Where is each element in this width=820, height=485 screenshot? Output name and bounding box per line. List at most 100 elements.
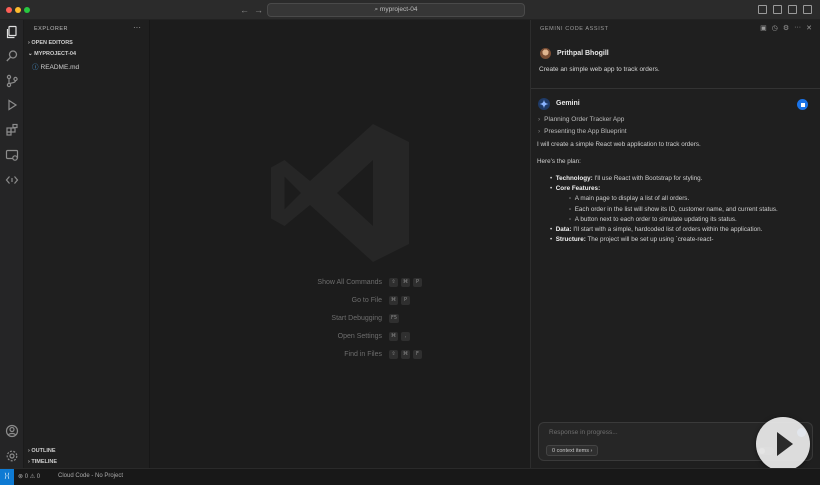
explorer-icon[interactable]	[5, 25, 19, 39]
new-chat-icon[interactable]: ▣	[760, 24, 767, 32]
bullet-bold: Structure:	[555, 236, 586, 243]
gemini-chat-panel: GEMINI CODE ASSIST ▣ ◷ ⚙ ··· ✕ Prithpal …	[530, 20, 820, 468]
remote-indicator-icon[interactable]: ⟩⟨	[0, 469, 14, 485]
user-message: Create an simple web app to track orders…	[539, 66, 660, 73]
open-editors-label: OPEN EDITORS	[31, 40, 73, 46]
bullet-text: I'll start with a simple, hardcoded list…	[571, 226, 763, 233]
shortcut-keys: ⌘,	[389, 332, 410, 341]
shortcut-keys: ⇧ ⌘ F	[389, 350, 422, 359]
bullet-text: A button next to each order to simulate …	[574, 216, 737, 223]
response-intro: I will create a simple React web applica…	[537, 141, 701, 148]
project-folder-section[interactable]: ⌄ MYPROJECT-04	[28, 51, 76, 57]
editor-area: Show All Commands ⇧ ⌘ P Go to File ⌘ P Star…	[150, 20, 530, 468]
manage-gear-icon[interactable]	[5, 449, 19, 463]
plan-subbullet: ◦ A button next to each order to simulat…	[569, 216, 737, 223]
gemini-code-assist-icon[interactable]	[5, 173, 19, 187]
command-center-search[interactable]: ⌕ myproject-04	[267, 3, 525, 17]
bullet-bold: Core Features:	[555, 185, 601, 192]
source-control-icon[interactable]	[5, 74, 19, 88]
readme-file-item[interactable]: ⓘ README.md	[32, 61, 79, 71]
status-bar: ⟩⟨ ⊗ 0 ⚠ 0 Cloud Code - No Project	[0, 468, 820, 485]
step-label: Presenting the App Blueprint	[544, 128, 627, 135]
shortcut-keys: F5	[389, 314, 400, 323]
toggle-secondary-sidebar-icon[interactable]	[803, 5, 812, 14]
thinking-step[interactable]: › Planning Order Tracker App	[538, 116, 624, 123]
shortcut-keys: ⇧ ⌘ P	[389, 278, 422, 287]
play-video-button[interactable]	[756, 417, 810, 471]
keycap: P	[413, 278, 422, 287]
project-folder-label: MYPROJECT-04	[34, 51, 77, 57]
toggle-primary-sidebar-icon[interactable]	[773, 5, 782, 14]
message-divider	[531, 88, 820, 89]
history-icon[interactable]: ◷	[772, 24, 778, 32]
zoom-window-button[interactable]	[24, 7, 30, 13]
remote-explorer-icon[interactable]	[5, 148, 19, 162]
problems-indicator[interactable]: ⊗ 0 ⚠ 0	[18, 473, 40, 480]
keycap: ⌘	[389, 296, 398, 305]
plan-subbullet: ◦ Each order in the list will show its I…	[569, 206, 778, 213]
markdown-file-icon: ⓘ	[32, 64, 39, 71]
keycap: ,	[401, 332, 410, 341]
user-avatar	[540, 48, 551, 59]
user-name: Prithpal Bhogill	[557, 50, 609, 57]
outline-section[interactable]: › OUTLINE	[28, 448, 56, 454]
assistant-name: Gemini	[556, 100, 580, 107]
timeline-section[interactable]: › TIMELINE	[28, 459, 57, 465]
plan-bullet: • Data: I'll start with a simple, hardco…	[550, 226, 763, 233]
shortcut-label: Start Debugging	[331, 315, 382, 322]
keycap: ⌘	[389, 332, 398, 341]
back-arrow-icon[interactable]: ←	[240, 5, 249, 15]
chat-toolbar: ▣ ◷ ⚙ ··· ✕	[760, 24, 812, 32]
run-debug-icon[interactable]	[5, 98, 19, 112]
plan-bullet: • Structure: The project will be set up …	[550, 236, 714, 243]
open-editors-section[interactable]: › OPEN EDITORS	[28, 40, 73, 46]
bullet-bold: Data:	[555, 226, 572, 233]
close-panel-icon[interactable]: ✕	[806, 24, 812, 32]
thinking-step[interactable]: › Presenting the App Blueprint	[538, 128, 627, 135]
gemini-spark-icon	[538, 98, 550, 110]
account-icon[interactable]	[5, 424, 19, 438]
shortcut-label: Open Settings	[337, 333, 382, 340]
plan-heading: Here's the plan:	[537, 158, 581, 165]
explorer-sidebar: EXPLORER ··· › OPEN EDITORS ⌄ MYPROJECT-…	[24, 20, 150, 468]
settings-icon[interactable]: ⚙	[783, 24, 789, 32]
activity-bar	[0, 20, 24, 468]
bullet-text: I'll use React with Bootstrap for stylin…	[592, 175, 703, 182]
shortcut-row[interactable]: Find in Files ⇧ ⌘ F	[280, 350, 520, 362]
chat-panel-title: GEMINI CODE ASSIST	[540, 26, 609, 32]
explorer-header: EXPLORER	[34, 26, 68, 32]
keycap: F	[413, 350, 422, 359]
timeline-label: TIMELINE	[31, 459, 58, 465]
more-actions-icon[interactable]: ···	[133, 23, 141, 32]
step-label: Planning Order Tracker App	[544, 116, 625, 123]
cloud-code-status[interactable]: Cloud Code - No Project	[58, 473, 123, 479]
shortcut-row[interactable]: Start Debugging F5	[280, 314, 520, 326]
shortcut-label: Find in Files	[344, 351, 382, 358]
file-name: README.md	[40, 64, 80, 71]
vscode-watermark-logo	[271, 124, 409, 262]
stop-generation-button[interactable]	[797, 99, 808, 110]
context-items-chip[interactable]: 0 context items ›	[546, 445, 599, 456]
keycap: ⇧	[389, 350, 398, 359]
shortcut-row[interactable]: Open Settings ⌘,	[280, 332, 520, 344]
plan-bullet: • Technology: I'll use React with Bootst…	[550, 175, 703, 182]
bullet-text: Each order in the list will show its ID,…	[574, 206, 778, 213]
search-icon[interactable]	[5, 49, 19, 63]
shortcut-row[interactable]: Show All Commands ⇧ ⌘ P	[280, 278, 520, 290]
chat-input-placeholder: Response in progress...	[549, 429, 618, 436]
layout-controls	[758, 5, 812, 14]
minimize-window-button[interactable]	[15, 7, 21, 13]
forward-arrow-icon[interactable]: →	[254, 5, 263, 15]
close-window-button[interactable]	[6, 7, 12, 13]
more-icon[interactable]: ···	[794, 24, 801, 32]
shortcut-row[interactable]: Go to File ⌘ P	[280, 296, 520, 308]
keycap: F5	[389, 314, 400, 323]
toggle-panel-icon[interactable]	[788, 5, 797, 14]
plan-subbullet: ◦ A main page to display a list of all o…	[569, 195, 690, 202]
customize-layout-icon[interactable]	[758, 5, 767, 14]
bullet-text: The project will be set up using `create…	[585, 236, 714, 243]
bullet-bold: Technology:	[555, 175, 593, 182]
extensions-icon[interactable]	[5, 123, 19, 137]
keycap: ⌘	[401, 278, 410, 287]
keycap: ⌘	[401, 350, 410, 359]
